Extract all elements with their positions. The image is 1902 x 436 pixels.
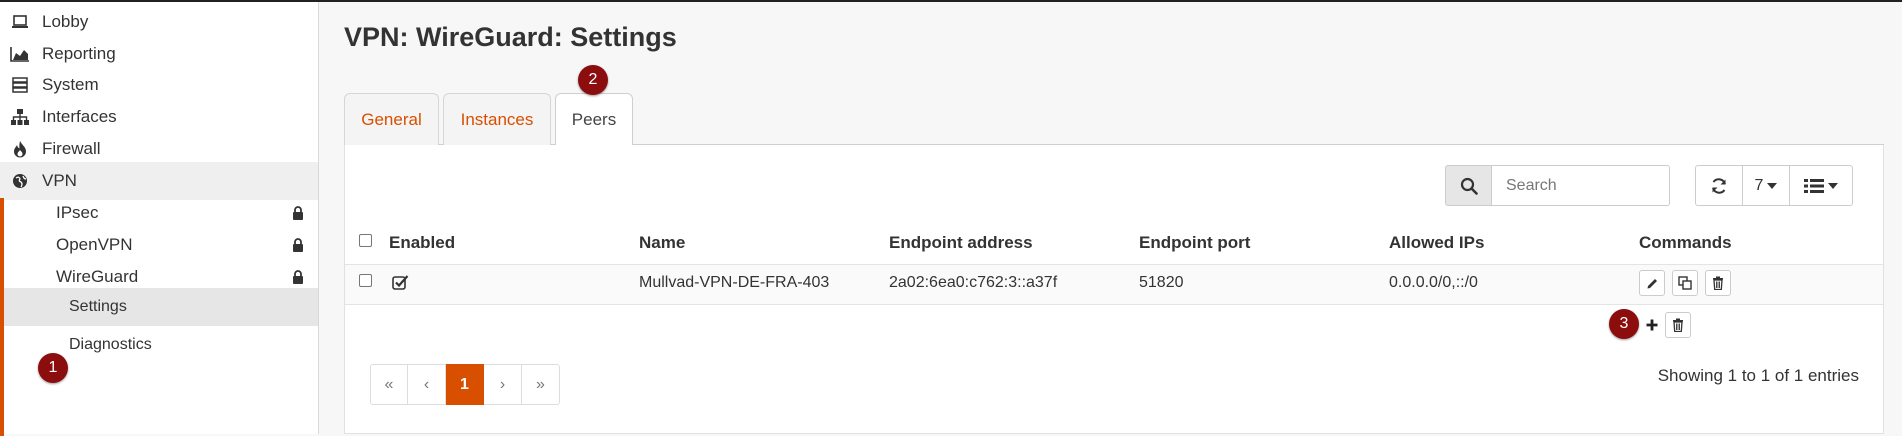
column-header-allowed-ips[interactable]: Allowed IPs [1389, 233, 1484, 253]
lock-icon [292, 205, 304, 225]
laptop-icon [10, 12, 30, 32]
globe-icon [10, 171, 30, 191]
endpoint-address-cell: 2a02:6ea0:c762:3::a37f [889, 274, 1058, 291]
allowed-ips-cell: 0.0.0.0/0,::/0 [1389, 274, 1478, 291]
column-header-endpoint-address[interactable]: Endpoint address [889, 233, 1033, 253]
column-header-name[interactable]: Name [639, 233, 685, 253]
sidebar-item-label: Firewall [42, 139, 101, 158]
entries-summary: Showing 1 to 1 of 1 entries [1657, 366, 1859, 385]
edit-button[interactable] [1639, 270, 1665, 296]
annotation-badge-2: 2 [578, 65, 608, 95]
page-next-button[interactable]: › [484, 364, 522, 405]
endpoint-port-cell: 51820 [1139, 274, 1184, 291]
sidebar-item-label: Reporting [42, 44, 116, 63]
search-icon [1460, 177, 1478, 195]
column-header-enabled[interactable]: Enabled [389, 233, 455, 253]
column-header-endpoint-port[interactable]: Endpoint port [1139, 233, 1250, 253]
sidebar-item-label: WireGuard [56, 267, 139, 286]
list-icon [1804, 178, 1824, 193]
add-peer-button[interactable] [1639, 312, 1665, 338]
delete-button[interactable] [1705, 270, 1731, 296]
sidebar-item-settings[interactable]: Settings [0, 288, 318, 326]
trash-icon [1673, 318, 1683, 332]
column-header-commands: Commands [1639, 233, 1732, 252]
sitemap-icon [10, 107, 30, 127]
sidebar-item-label: OpenVPN [56, 235, 133, 254]
fire-icon [10, 139, 30, 159]
page-title: VPN: WireGuard: Settings [344, 22, 677, 52]
trash-icon [1713, 276, 1723, 290]
copy-icon [1678, 276, 1692, 290]
peer-name-cell: Mullvad-VPN-DE-FRA-403 [639, 274, 830, 291]
page-prev-button[interactable]: ‹ [408, 364, 446, 405]
caret-down-icon [1767, 182, 1778, 189]
sidebar-item-label: System [42, 75, 99, 94]
search-button[interactable] [1445, 165, 1492, 206]
pencil-icon [1647, 278, 1657, 288]
search-input[interactable] [1492, 165, 1670, 206]
sidebar-item-label: VPN [42, 171, 77, 190]
enabled-check-icon[interactable] [392, 274, 409, 295]
pagination: « ‹ 1 › » [370, 364, 560, 405]
delete-selected-button[interactable] [1665, 312, 1691, 338]
vpn-section-accent [0, 198, 4, 436]
annotation-badge-1: 1 [38, 353, 68, 383]
table-divider [345, 304, 1883, 305]
tab-general[interactable]: General [344, 93, 439, 145]
sidebar-item-label: Diagnostics [69, 336, 152, 353]
sidebar-item-label: IPsec [56, 203, 99, 222]
sidebar-item-label: Interfaces [42, 107, 117, 126]
lock-icon [292, 237, 304, 257]
server-icon [10, 75, 30, 95]
row-count-dropdown[interactable]: 7 [1743, 165, 1790, 206]
page-1-button[interactable]: 1 [446, 364, 484, 405]
lock-icon [292, 269, 304, 289]
row-select-checkbox[interactable] [359, 274, 372, 287]
search-group [1445, 165, 1670, 206]
grid-toolbar: 7 [1695, 165, 1853, 206]
refresh-icon [1712, 177, 1726, 194]
tab-peers[interactable]: Peers [555, 93, 633, 146]
refresh-button[interactable] [1695, 165, 1743, 206]
annotation-badge-3: 3 [1609, 309, 1639, 339]
tab-instances[interactable]: Instances [443, 93, 551, 145]
row-count-value: 7 [1754, 176, 1764, 194]
select-all-checkbox[interactable] [359, 234, 372, 247]
clone-button[interactable] [1672, 270, 1698, 296]
page-first-button[interactable]: « [370, 364, 408, 405]
plus-icon [1646, 319, 1658, 331]
caret-down-icon [1828, 182, 1838, 189]
area-chart-icon [10, 44, 30, 64]
sidebar-item-label: Settings [69, 298, 127, 315]
column-selector-dropdown[interactable] [1790, 165, 1853, 206]
sidebar-item-label: Lobby [42, 12, 89, 31]
page-last-button[interactable]: » [522, 364, 560, 405]
